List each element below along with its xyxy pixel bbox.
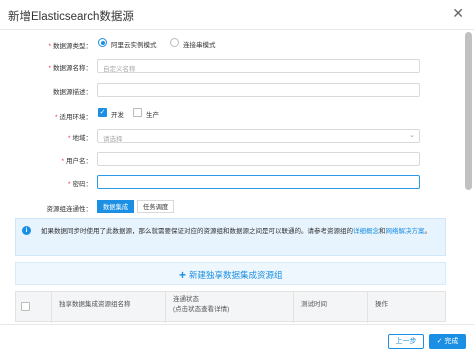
- connectivity-row: 资源组连通性： 数据集成 任务调度: [0, 200, 474, 214]
- region-select[interactable]: 请选择 ⌄: [97, 129, 420, 143]
- environment-row: * 适用环境： ✓ 开发 生产: [0, 108, 474, 122]
- region-row: * 地域： 请选择 ⌄: [0, 129, 474, 143]
- checkbox-prod[interactable]: [133, 108, 142, 117]
- notice-text: 如果数据同步时使用了此数据源，那么就需要保证对应的资源组和数据源之间是可以联通的…: [41, 228, 431, 235]
- resource-group-table: 独享数据集成资源组名称 连通状态 (点击状态查看详情) 测试时间 操作: [15, 291, 446, 323]
- close-icon[interactable]: ✕: [452, 6, 464, 20]
- source-type-row: * 数据源类型： 阿里云实例模式 连接串模式: [0, 37, 474, 51]
- radio-instance-mode[interactable]: [98, 38, 107, 47]
- dialog-footer: 上一步 ✓ 完成: [0, 324, 474, 355]
- description-row: 数据源描述：: [0, 83, 474, 97]
- dialog-title: 新增Elasticsearch数据源: [8, 11, 134, 23]
- name-placeholder: 自定义名称: [103, 66, 136, 73]
- table-header-test-time: 测试时间: [294, 292, 368, 323]
- checkbox-dev-label[interactable]: 开发: [111, 109, 124, 119]
- username-input[interactable]: [97, 152, 420, 166]
- dialog-titlebar: 新增Elasticsearch数据源 ✕: [0, 0, 474, 30]
- username-label: * 用户名：: [61, 158, 92, 165]
- done-button[interactable]: ✓ 完成: [429, 334, 466, 349]
- radio-connection-string-label[interactable]: 连接串模式: [183, 39, 216, 49]
- table-header-status: 连通状态 (点击状态查看详情): [166, 292, 294, 323]
- prev-step-button[interactable]: 上一步: [388, 334, 424, 349]
- link-network-solution[interactable]: 网络解决方案: [386, 228, 425, 235]
- new-datasource-dialog: 新增Elasticsearch数据源 ✕ * 数据源类型： 阿里云实例模式 连接串…: [0, 0, 474, 355]
- info-notice: i 如果数据同步时使用了此数据源，那么就需要保证对应的资源组和数据源之间是可以联…: [15, 218, 446, 256]
- add-resource-group-button[interactable]: + 新建独享数据集成资源组: [15, 262, 446, 285]
- checkbox-dev[interactable]: ✓: [98, 108, 107, 117]
- password-row: * 密码：: [0, 175, 474, 189]
- plus-icon: +: [179, 268, 187, 282]
- region-label: * 地域：: [67, 135, 92, 142]
- password-label: * 密码：: [67, 181, 92, 188]
- name-input[interactable]: 自定义名称: [97, 59, 420, 73]
- tab-task-scheduling[interactable]: 任务调度: [137, 200, 175, 213]
- description-label: 数据源描述：: [53, 89, 92, 96]
- source-type-label: * 数据源类型：: [48, 43, 92, 50]
- radio-connection-string-mode[interactable]: [170, 38, 179, 47]
- radio-instance-mode-label[interactable]: 阿里云实例模式: [111, 39, 157, 49]
- password-input[interactable]: [97, 175, 420, 189]
- info-icon: i: [22, 226, 31, 235]
- description-input[interactable]: [97, 83, 420, 97]
- connectivity-label: 资源组连通性：: [46, 206, 93, 213]
- add-resource-group-label: 新建独享数据集成资源组: [189, 270, 283, 280]
- username-row: * 用户名：: [0, 152, 474, 166]
- environment-label: * 适用环境：: [54, 114, 92, 121]
- table-header-name: 独享数据集成资源组名称: [52, 292, 166, 323]
- tab-data-integration[interactable]: 数据集成: [97, 200, 135, 213]
- table-header-select: [16, 292, 52, 323]
- region-placeholder: 请选择: [103, 136, 123, 143]
- chevron-down-icon[interactable]: ⌄: [409, 131, 415, 139]
- link-detailed-concept[interactable]: 详细概念: [353, 228, 379, 235]
- select-all-checkbox[interactable]: [21, 302, 30, 311]
- name-row: * 数据源名称： 自定义名称: [0, 59, 474, 73]
- checkbox-prod-label[interactable]: 生产: [146, 109, 159, 119]
- table-header-action: 操作: [375, 301, 388, 308]
- name-label: * 数据源名称：: [48, 65, 92, 72]
